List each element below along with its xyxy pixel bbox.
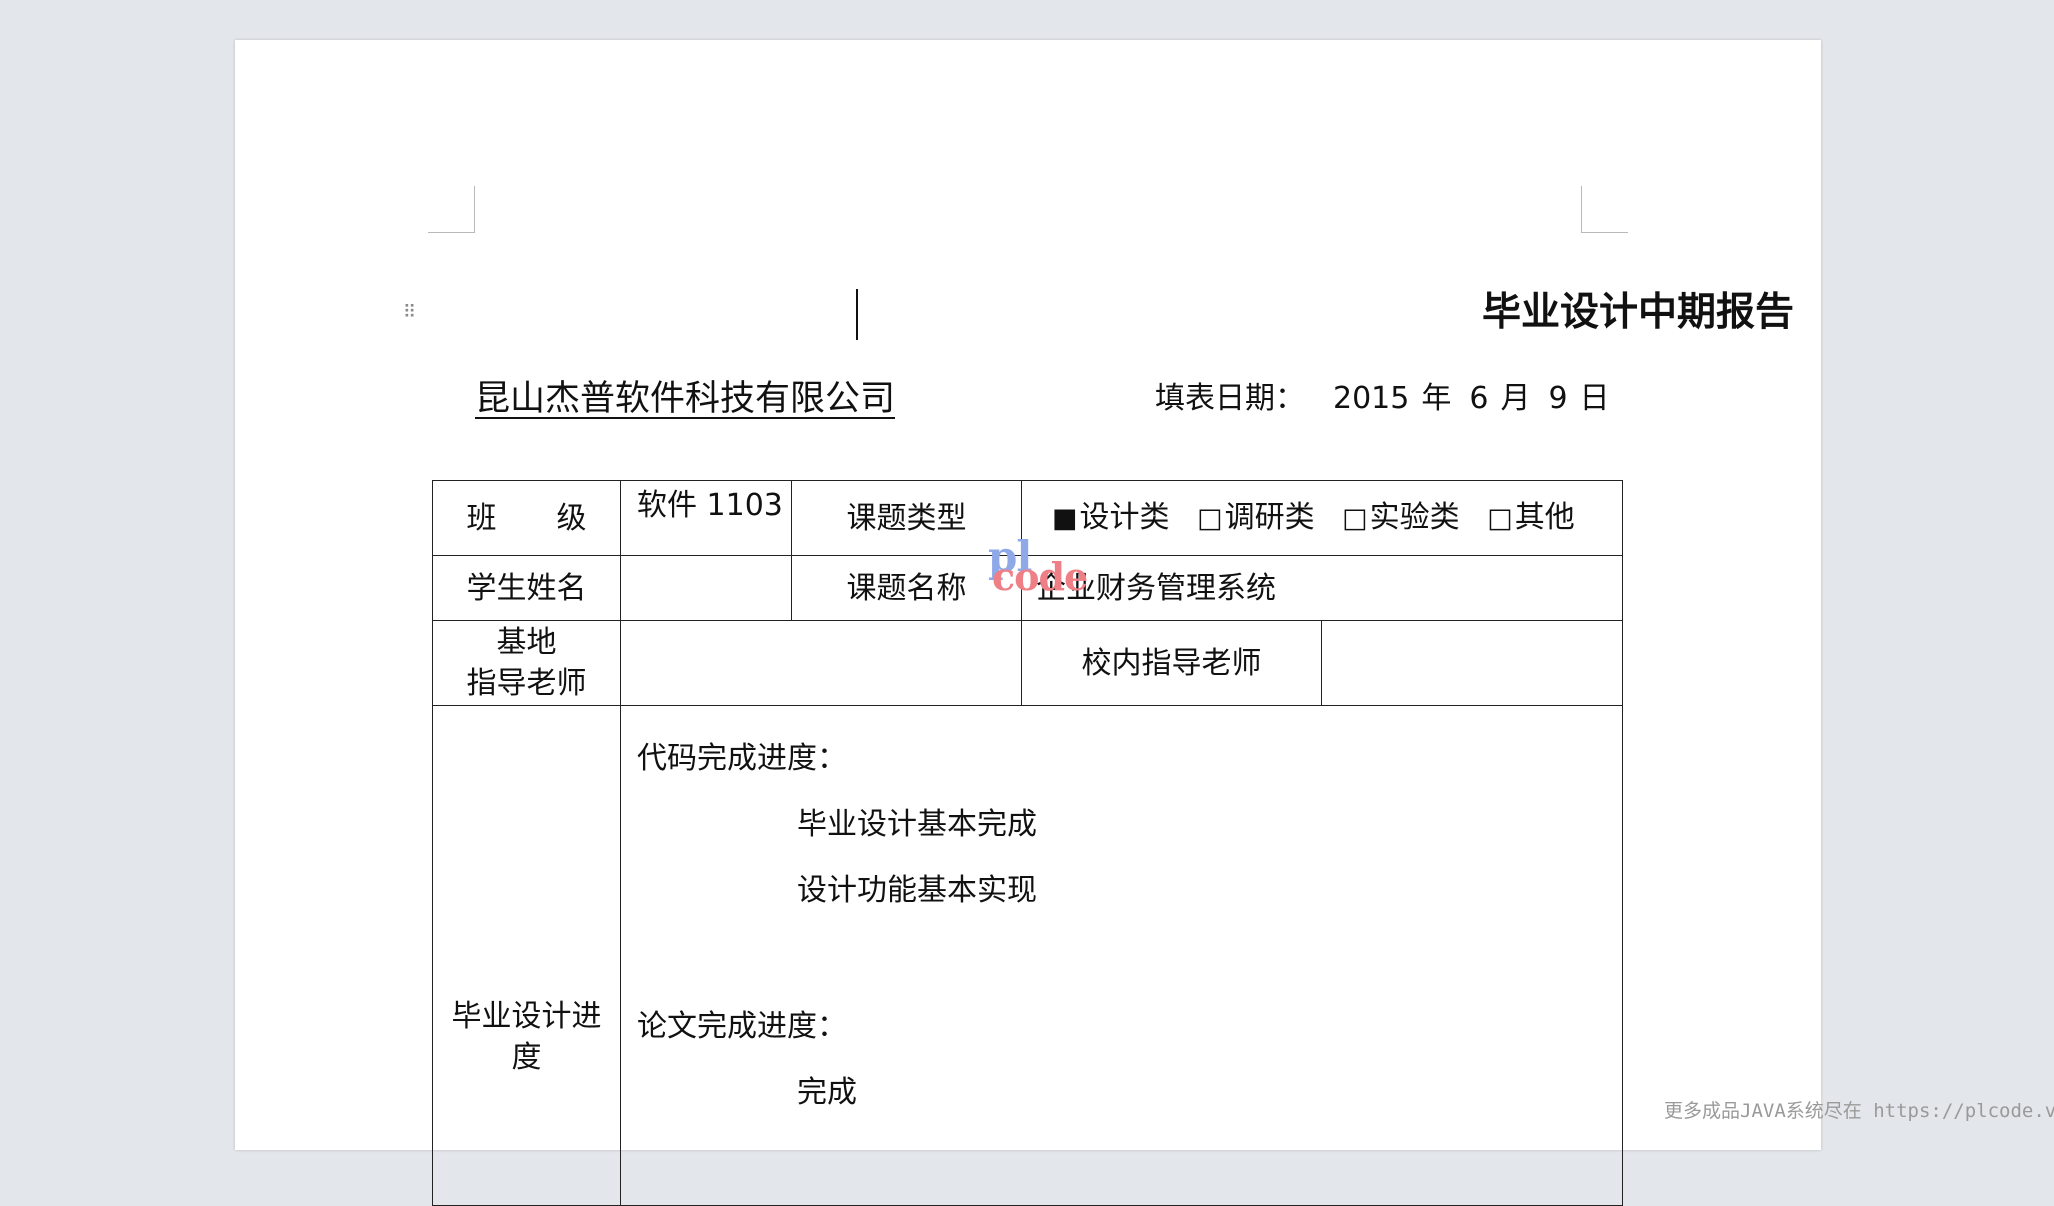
fill-date-label: 填表日期： [1155,381,1305,416]
checkbox-unchecked-icon[interactable]: □ [1342,503,1368,534]
topic-type-option-research[interactable]: □调研类 [1197,500,1315,535]
document-title-text: 毕业设计中期报告 [1482,290,1795,335]
fill-date-day: 9 [1548,381,1568,416]
student-name-label: 学生姓名 [466,570,587,606]
progress-label-line2: 度 [511,1040,542,1075]
topic-type-option-label: 其他 [1514,500,1575,535]
company-name[interactable]: 昆山杰普软件科技有限公司 [475,374,895,424]
topic-type-option-label: 实验类 [1369,500,1460,535]
school-advisor-value-cell[interactable] [1320,620,1624,706]
fill-date-year: 2015 [1333,381,1410,416]
topic-name-label-cell: 课题名称 [791,555,1022,621]
class-value-cell[interactable]: 软件 1103 [620,480,792,556]
checkbox-unchecked-icon[interactable]: □ [1487,503,1513,534]
fill-date-day-unit: 日 [1579,381,1610,416]
fill-date-month-unit: 月 [1500,381,1531,416]
code-progress-label: 代码完成进度： [637,741,847,776]
school-advisor-label-cell: 校内指导老师 [1021,620,1322,706]
topic-type-label: 课题类型 [846,500,967,536]
student-name-label-cell: 学生姓名 [432,555,621,621]
fill-date-month: 6 [1469,381,1489,416]
class-label: 班 级 [466,500,587,536]
thesis-progress-value: 完成 [797,1075,857,1110]
base-advisor-value-cell[interactable] [620,620,1022,706]
base-advisor-label-line1: 基地 [496,625,557,660]
class-value: 软件 1103 [637,488,783,523]
thesis-progress-label: 论文完成进度： [637,1009,847,1044]
topic-type-option-label: 调研类 [1224,500,1315,535]
school-advisor-label: 校内指导老师 [1081,645,1262,681]
progress-label-cell: 毕业设计进 度 [432,705,621,1206]
topic-type-option-other[interactable]: □其他 [1487,500,1575,535]
topic-type-label-cell: 课题类型 [791,480,1022,556]
margin-corner-top-right [1581,186,1628,233]
checkbox-unchecked-icon[interactable]: □ [1197,503,1223,534]
topic-type-option-label: 设计类 [1079,500,1170,535]
base-advisor-label-cell: 基地 指导老师 [432,620,621,706]
form-row-student: 学生姓名 课题名称 企业财务管理系统 [432,555,1624,621]
table-move-handle-icon[interactable]: ⠿ [403,302,417,324]
document-title[interactable]: 毕业设计中期报告 [855,285,1794,341]
topic-type-options-cell[interactable]: ■设计类 □调研类 □实验类 □其他 [1020,480,1624,556]
form-row-progress: 毕业设计进 度 代码完成进度： 毕业设计基本完成 设计功能基本实现 论文完成进度… [432,705,1624,1206]
site-watermark-note: 更多成品JAVA系统尽在 https://plcode.vip [1664,1100,2054,1122]
base-advisor-label-line2: 指导老师 [466,666,587,701]
progress-content-cell[interactable]: 代码完成进度： 毕业设计基本完成 设计功能基本实现 论文完成进度： 完成 [619,705,1624,1206]
topic-type-option-experiment[interactable]: □实验类 [1342,500,1460,535]
fill-date-year-unit: 年 [1421,381,1452,416]
code-progress-line: 毕业设计基本完成 [797,807,1037,842]
report-form-table: 班 级 软件 1103 课题类型 ■设计类 □调研类 □实验类 □其他 学生姓名 [432,480,1624,1206]
checkbox-checked-icon[interactable]: ■ [1052,503,1078,534]
form-row-class: 班 级 软件 1103 课题类型 ■设计类 □调研类 □实验类 □其他 [432,480,1624,556]
form-row-advisors: 基地 指导老师 校内指导老师 [432,620,1624,706]
topic-type-option-design[interactable]: ■设计类 [1052,500,1170,535]
fill-date[interactable]: 填表日期： 2015 年 6 月 9 日 [1155,376,1610,422]
document-page: ⠿ 毕业设计中期报告 昆山杰普软件科技有限公司 填表日期： 2015 年 6 月 9 日 班… [235,40,1821,1206]
code-progress-line: 设计功能基本实现 [797,873,1037,908]
margin-corner-top-left [428,186,475,233]
class-label-cell: 班 级 [432,480,621,556]
student-name-value-cell[interactable] [620,555,792,621]
topic-name-label: 课题名称 [846,570,967,606]
progress-label-line1: 毕业设计进 [451,999,602,1034]
topic-name-value: 企业财务管理系统 [1036,570,1276,606]
topic-name-value-cell[interactable]: 企业财务管理系统 [1020,555,1624,621]
